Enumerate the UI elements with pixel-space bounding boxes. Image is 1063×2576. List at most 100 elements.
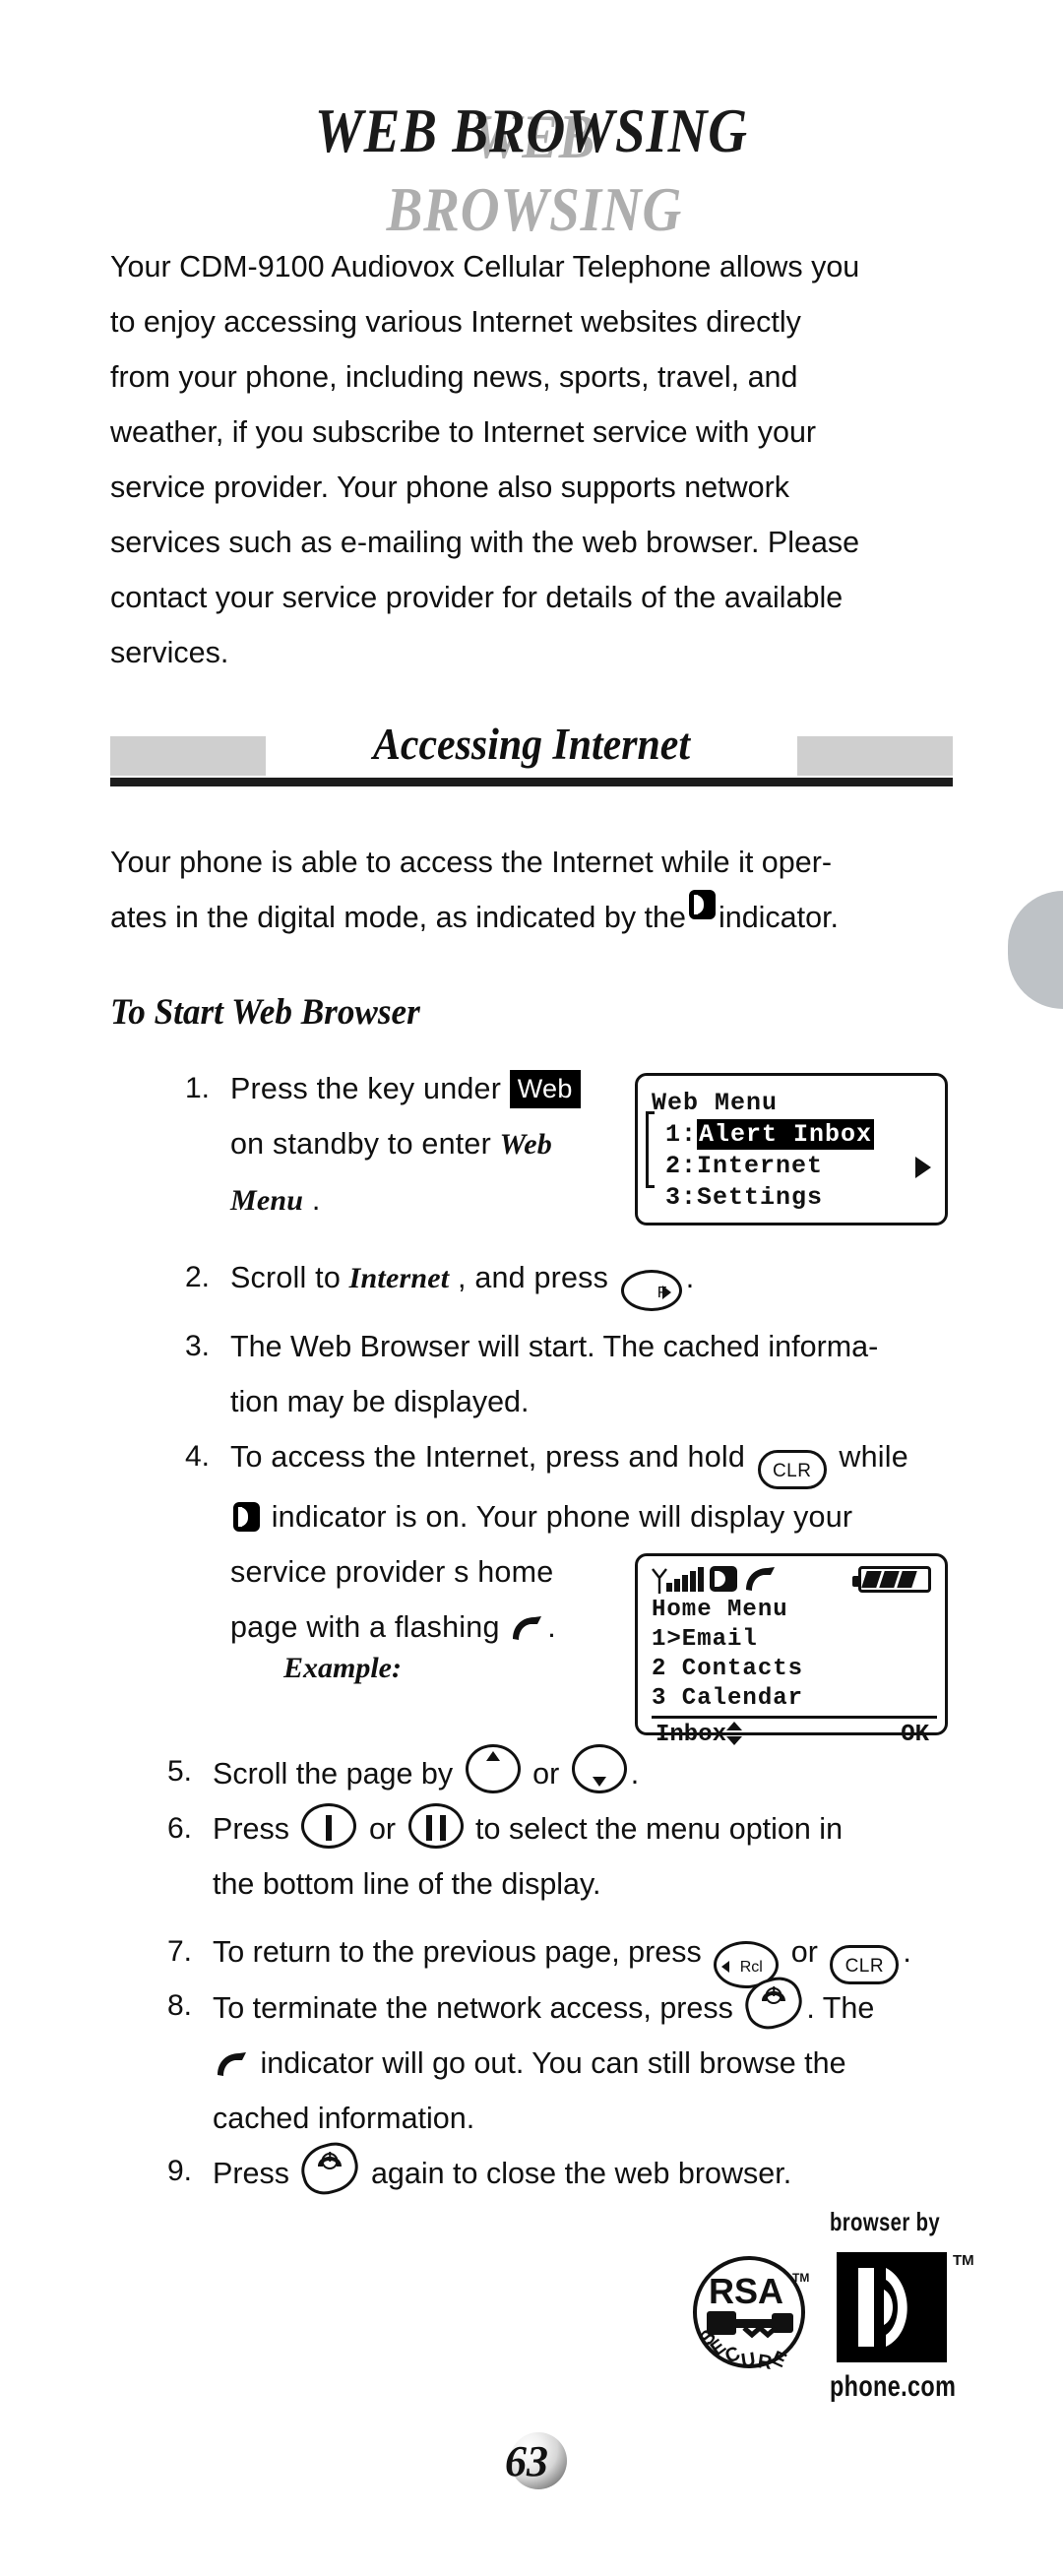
phone-handset-icon bbox=[744, 1566, 778, 1592]
step5-text-b: or bbox=[532, 1757, 560, 1791]
step4-line-3: service provider s home bbox=[230, 1555, 554, 1589]
step1-text-a: Press the key under bbox=[230, 1072, 502, 1105]
web-menu-title: Web Menu bbox=[652, 1089, 779, 1117]
step8-line-3: cached information. bbox=[213, 2102, 475, 2135]
step6-line-2: the bottom line of the display. bbox=[213, 1867, 601, 1901]
signal-strength-icon bbox=[652, 1566, 706, 1594]
phone-com-tm: TM bbox=[953, 2252, 974, 2269]
rsa-secure-logo: RSA TM S E C U R E bbox=[689, 2252, 809, 2374]
example-label: Example: bbox=[283, 1652, 402, 1684]
step3-line-1: The Web Browser will start. The cached i… bbox=[230, 1330, 879, 1363]
key-clr-icon: CLR bbox=[757, 1450, 827, 1489]
page-title-text: WEB BROWSING bbox=[314, 95, 749, 165]
web-menu-row-1: 1:Alert Inbox bbox=[652, 1119, 945, 1178]
manual-page: WEB BROWSING WEB BROWSING Your CDM-9100 … bbox=[0, 0, 1063, 2576]
intro-line: services such as e-mailing with the web … bbox=[110, 526, 860, 559]
section-intro: Your phone is able to access the Interne… bbox=[110, 835, 953, 945]
browser-by-label: browser by bbox=[830, 2207, 941, 2236]
step4-text-a: To access the Internet, press and hold bbox=[230, 1440, 746, 1474]
step2-period: . bbox=[685, 1261, 695, 1294]
home-menu-row-3: 3 Calendar bbox=[652, 1685, 804, 1712]
phone-com-logo-mark bbox=[837, 2252, 947, 2362]
step7-text-a: To return to the previous page, press bbox=[213, 1935, 702, 1969]
home-menu-row-1: 1>Email bbox=[652, 1626, 758, 1653]
intro-line: Your CDM-9100 Audiovox Cellular Telephon… bbox=[110, 250, 860, 283]
list-item-step-6: 6. Press or to select the menu option in… bbox=[167, 1801, 974, 1912]
phone-handset-icon bbox=[216, 2051, 249, 2077]
intro-line: to enjoy accessing various Internet webs… bbox=[110, 305, 801, 339]
up-down-arrow-icon bbox=[726, 1721, 744, 1746]
step-number: 4. bbox=[185, 1440, 211, 1473]
step2-italic-internet: Internet bbox=[348, 1262, 450, 1294]
list-item-step-5: 5. Scroll the page by or . bbox=[167, 1744, 955, 1801]
battery-icon bbox=[852, 1566, 931, 1593]
step4-period: . bbox=[547, 1610, 556, 1644]
step1-text-b: on standby to enter bbox=[230, 1127, 491, 1161]
step8-text-a: To terminate the network access, press bbox=[213, 1991, 733, 2025]
step5-text-a: Scroll the page by bbox=[213, 1757, 454, 1791]
subheading-to-start-web-browser: To Start Web Browser bbox=[110, 992, 420, 1033]
step-number: 9. bbox=[167, 2155, 193, 2187]
step8-line-2: indicator will go out. You can still bro… bbox=[260, 2046, 846, 2080]
step1-italic-menu: Menu bbox=[230, 1184, 304, 1217]
step5-period: . bbox=[630, 1757, 640, 1791]
phone-handset-icon bbox=[511, 1615, 544, 1641]
step7-period: . bbox=[903, 1935, 911, 1969]
intro-line: services. bbox=[110, 636, 229, 669]
key-softkey-2-icon bbox=[407, 1803, 464, 1849]
key-softkey-1-icon bbox=[301, 1803, 357, 1849]
step-number: 5. bbox=[167, 1755, 193, 1788]
intro-line: service provider. Your phone also suppor… bbox=[110, 471, 790, 504]
key-end-icon bbox=[739, 1971, 809, 2036]
page-number-text: 63 bbox=[505, 2437, 548, 2485]
list-item-step-3: 3. The Web Browser will start. The cache… bbox=[185, 1319, 963, 1429]
intro-paragraph: Your CDM-9100 Audiovox Cellular Telephon… bbox=[110, 239, 953, 680]
step-number: 8. bbox=[167, 1989, 193, 2022]
step1-italic-web: Web bbox=[499, 1128, 552, 1161]
page-title: WEB BROWSING WEB BROWSING bbox=[0, 0, 1063, 244]
digital-indicator-icon bbox=[688, 890, 716, 919]
step-number: 3. bbox=[185, 1330, 211, 1362]
section-heading: Accessing Internet bbox=[372, 720, 691, 769]
intro-line: weather, if you subscribe to Internet se… bbox=[110, 415, 817, 449]
home-menu-row-2: 2 Contacts bbox=[652, 1656, 804, 1682]
svg-text:E: E bbox=[769, 2347, 789, 2372]
step4-line-4: page with a flashing bbox=[230, 1610, 500, 1644]
list-item-step-8: 8. To terminate the network access, pres… bbox=[167, 1971, 984, 2146]
section-intro-line: ates in the digital mode, as indicated b… bbox=[110, 890, 953, 945]
svg-text:U: U bbox=[740, 2349, 757, 2372]
section-intro-line: Your phone is able to access the Interne… bbox=[110, 846, 833, 879]
step-number: 6. bbox=[167, 1812, 193, 1845]
list-item-step-1: 1. Press the key under Web on standby to… bbox=[185, 1061, 598, 1228]
step-text: Press the key under Web on standby to en… bbox=[230, 1061, 598, 1228]
digital-indicator-icon bbox=[233, 1502, 260, 1532]
step-text: Press or to select the menu option in th… bbox=[213, 1801, 974, 1912]
web-menu-row-1-label: Alert Inbox bbox=[697, 1119, 875, 1150]
web-softkey-label: Web bbox=[509, 1070, 581, 1108]
intro-line: from your phone, including news, sports,… bbox=[110, 360, 798, 394]
step-number: 2. bbox=[185, 1261, 211, 1293]
step6-text-c: to select the menu option in bbox=[475, 1812, 844, 1846]
svg-text:RSA: RSA bbox=[709, 2271, 783, 2311]
web-menu-display: Web Menu 1:Alert Inbox 2:Internet 3:Sett… bbox=[635, 1073, 948, 1225]
web-menu-row-2: 2:Internet bbox=[665, 1152, 824, 1180]
step-text: Press again to close the web browser. bbox=[213, 2136, 984, 2201]
list-item-step-2: 2. Scroll to Internet , and press F. bbox=[185, 1250, 736, 1311]
step8-text-b: . The bbox=[806, 1991, 875, 2025]
step9-text-a: Press bbox=[213, 2157, 289, 2190]
web-menu-row-3: 3:Settings bbox=[665, 1183, 824, 1212]
intro-line: contact your service provider for detail… bbox=[110, 581, 844, 614]
step9-text-b: again to close the web browser. bbox=[370, 2157, 792, 2190]
step4-line-2: indicator is on. Your phone will display… bbox=[271, 1500, 853, 1534]
step6-text-b: or bbox=[368, 1812, 397, 1846]
section-header: Accessing Internet bbox=[110, 711, 953, 787]
key-function-icon: F bbox=[620, 1270, 682, 1311]
thumb-tab bbox=[1008, 891, 1063, 1009]
key-scroll-down-icon bbox=[571, 1744, 627, 1793]
svg-text:TM: TM bbox=[792, 2271, 809, 2285]
key-scroll-up-icon bbox=[465, 1744, 521, 1793]
step1-period: . bbox=[311, 1183, 321, 1217]
page-number: 63 bbox=[0, 2430, 1063, 2499]
step-text: The Web Browser will start. The cached i… bbox=[230, 1319, 963, 1429]
step4-text-b: while bbox=[839, 1440, 908, 1474]
